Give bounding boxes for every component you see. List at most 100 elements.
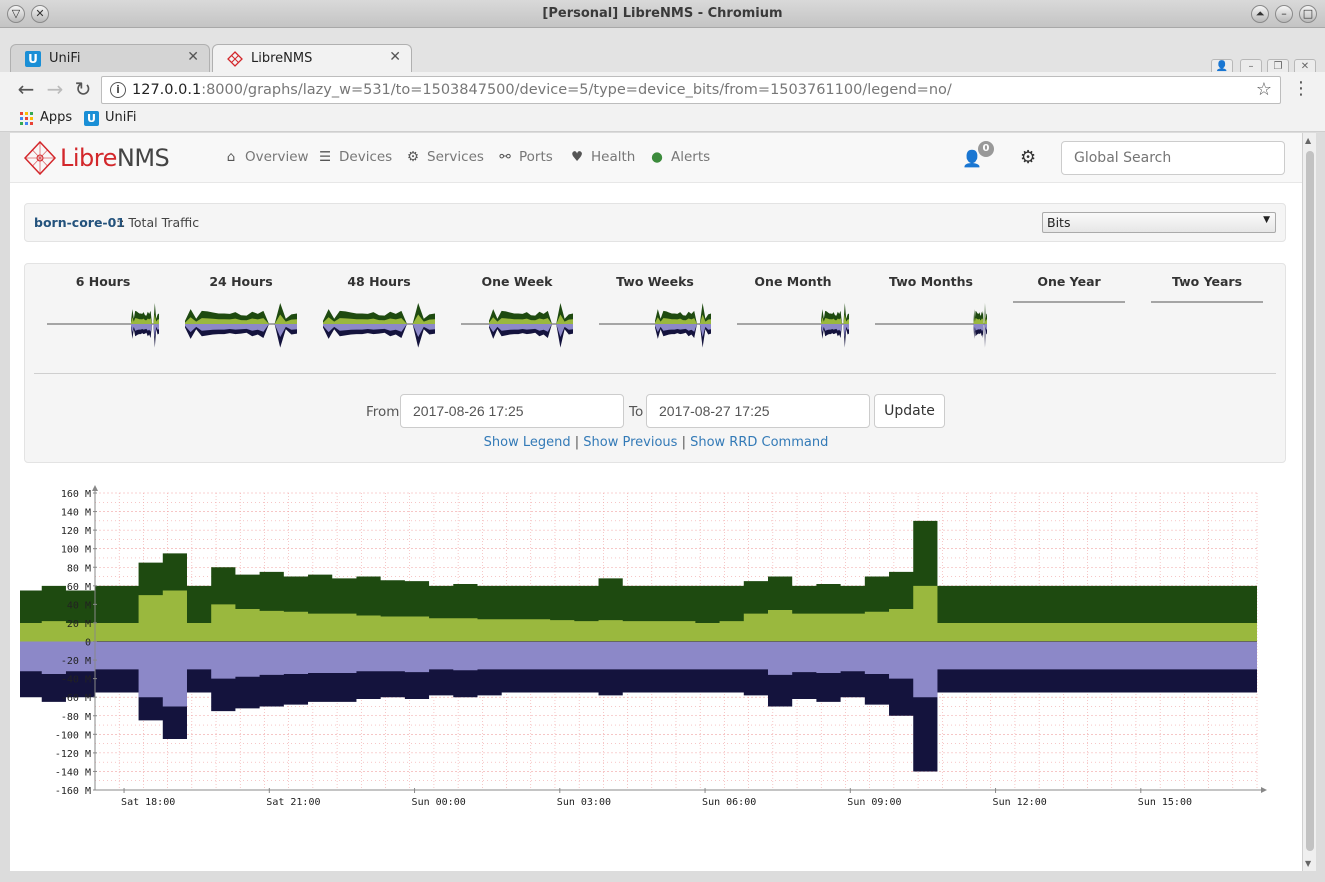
- y-tick-label: -160 M: [55, 786, 91, 797]
- device-link[interactable]: born-core-01: [34, 215, 125, 230]
- url-text[interactable]: 127.0.0.1:8000/graphs/lazy_w=531/to=1503…: [132, 82, 952, 98]
- bookmark-star-icon[interactable]: ☆: [1256, 79, 1272, 100]
- browser-menu-icon[interactable]: ⋮: [1292, 78, 1310, 99]
- show-legend-link[interactable]: Show Legend: [484, 435, 571, 450]
- period-label: 6 Hours: [75, 274, 131, 289]
- y-tick-label: 120 M: [61, 526, 91, 537]
- back-icon[interactable]: ←: [14, 78, 38, 102]
- period-thumb-one-month[interactable]: One Month: [733, 274, 853, 364]
- nav-alerts[interactable]: ● Alerts: [648, 149, 710, 165]
- period-thumb-one-week[interactable]: One Week: [457, 274, 577, 364]
- page-scrollbar[interactable]: ▲ ▼: [1302, 133, 1316, 871]
- period-thumb-graph: [185, 303, 297, 348]
- period-thumb-24-hours[interactable]: 24 Hours: [181, 274, 301, 364]
- gear-icon[interactable]: ⚙: [1020, 147, 1036, 168]
- nav-ports[interactable]: ⚯ Ports: [496, 149, 553, 165]
- tab-librenms[interactable]: LibreNMS ✕: [212, 44, 412, 72]
- browser-window: ▽ ✕ [Personal] LibreNMS - Chromium ⏶ – □…: [0, 0, 1325, 882]
- period-thumb-6-hours[interactable]: 6 Hours: [43, 274, 163, 364]
- period-label: Two Years: [1171, 274, 1243, 289]
- period-label: One Month: [754, 274, 832, 289]
- window-shade-icon[interactable]: ⏶: [1251, 5, 1269, 23]
- window-minimize-icon[interactable]: –: [1275, 5, 1293, 23]
- y-tick-label: 140 M: [61, 508, 91, 519]
- nav-devices[interactable]: ☰ Devices: [316, 149, 392, 165]
- scroll-down-icon[interactable]: ▼: [1305, 859, 1311, 868]
- tab-strip: U UniFi ✕ LibreNMS ✕ 👤 – ❐ ✕: [0, 28, 1325, 96]
- period-thumb-two-months[interactable]: Two Months: [871, 274, 991, 364]
- bookmarks-bar: Apps U UniFi: [0, 108, 1325, 132]
- x-tick-label: Sat 18:00: [121, 797, 175, 805]
- period-label: One Week: [481, 274, 553, 289]
- chevron-down-icon: ▼: [1263, 215, 1270, 225]
- period-thumb-graph: [323, 303, 435, 348]
- show-rrd-command-link[interactable]: Show RRD Command: [690, 435, 828, 450]
- period-thumb-two-years[interactable]: Two Years: [1147, 274, 1267, 364]
- period-label: Two Weeks: [616, 274, 694, 289]
- y-tick-label: 40 M: [67, 600, 91, 611]
- tab-unifi[interactable]: U UniFi ✕: [10, 44, 210, 72]
- title-bar: ▽ ✕ [Personal] LibreNMS - Chromium ⏶ – □: [0, 0, 1325, 28]
- nav-label: Ports: [519, 149, 553, 165]
- scroll-up-icon[interactable]: ▲: [1305, 136, 1311, 145]
- period-thumb-graph: [1151, 301, 1263, 303]
- window-title: [Personal] LibreNMS - Chromium: [542, 6, 783, 21]
- to-label: To: [629, 404, 644, 420]
- period-label: 24 Hours: [209, 274, 273, 289]
- nav-services[interactable]: ⚙ Services: [404, 149, 484, 165]
- period-thumb-graph: [875, 303, 987, 348]
- x-tick-label: Sun 09:00: [847, 797, 901, 805]
- page-viewport: LibreNMS ⌂ Overview ☰ Devices ⚙ Services ⚯ P…: [10, 133, 1302, 871]
- server-icon: ☰: [318, 149, 332, 165]
- graph-type-select[interactable]: Bits ▼: [1042, 212, 1276, 233]
- from-label: From: [366, 404, 400, 420]
- period-thumb-one-year[interactable]: One Year: [1009, 274, 1129, 364]
- y-tick-label: -60 M: [61, 693, 91, 704]
- nav-overview[interactable]: ⌂ Overview: [222, 149, 309, 165]
- graph-title-panel: born-core-01 :: Total Traffic Bits ▼: [24, 203, 1286, 242]
- window-maximize-icon[interactable]: □: [1299, 5, 1317, 23]
- y-tick-label: 20 M: [67, 619, 91, 630]
- scrollbar-thumb[interactable]: [1306, 151, 1314, 851]
- librenms-logo-icon: [24, 141, 56, 175]
- home-icon: ⌂: [226, 149, 236, 165]
- global-search-input[interactable]: [1061, 141, 1285, 175]
- to-date-input[interactable]: [646, 394, 870, 428]
- url-path: :8000/graphs/lazy_w=531/to=1503847500/de…: [201, 82, 952, 98]
- graph-controls-panel: 6 Hours 24 Hours 48 Hours One Week Two Weeks…: [24, 263, 1286, 463]
- x-tick-label: Sun 00:00: [412, 797, 466, 805]
- nav-label: Devices: [339, 149, 393, 165]
- period-label: 48 Hours: [347, 274, 411, 289]
- y-tick-label: -140 M: [55, 767, 91, 778]
- unifi-icon: U: [84, 111, 99, 126]
- period-thumb-48-hours[interactable]: 48 Hours: [319, 274, 439, 364]
- from-date-input[interactable]: [400, 394, 624, 428]
- reload-icon[interactable]: ↻: [71, 78, 95, 102]
- link-separator: |: [677, 435, 691, 450]
- heartbeat-icon: ♥: [570, 149, 584, 165]
- nav-health[interactable]: ♥ Health: [568, 149, 635, 165]
- y-tick-label: 160 M: [61, 489, 91, 500]
- period-thumb-two-weeks[interactable]: Two Weeks: [595, 274, 715, 364]
- close-icon[interactable]: ✕: [389, 49, 401, 65]
- y-tick-label: -20 M: [61, 656, 91, 667]
- forward-icon[interactable]: →: [43, 78, 67, 102]
- url-host: 127.0.0.1: [132, 82, 202, 98]
- update-button[interactable]: Update: [874, 394, 945, 428]
- librenms-logo[interactable]: LibreNMS: [24, 141, 204, 175]
- info-icon[interactable]: i: [110, 82, 126, 98]
- divider: [34, 373, 1276, 374]
- x-tick-label: Sun 15:00: [1138, 797, 1192, 805]
- y-tick-label: 60 M: [67, 582, 91, 593]
- show-previous-link[interactable]: Show Previous: [583, 435, 677, 450]
- x-tick-label: Sun 12:00: [993, 797, 1047, 805]
- address-bar[interactable]: i 127.0.0.1:8000/graphs/lazy_w=531/to=15…: [101, 76, 1281, 104]
- y-tick-label: -40 M: [61, 675, 91, 686]
- period-thumb-graph: [461, 303, 573, 348]
- x-tick-label: Sat 21:00: [266, 797, 320, 805]
- period-thumb-graph: [599, 303, 711, 348]
- y-tick-label: -100 M: [55, 730, 91, 741]
- bookmark-label: Apps: [40, 110, 73, 125]
- graph-links: Show Legend | Show Previous | Show RRD C…: [25, 435, 1287, 450]
- close-icon[interactable]: ✕: [187, 49, 199, 65]
